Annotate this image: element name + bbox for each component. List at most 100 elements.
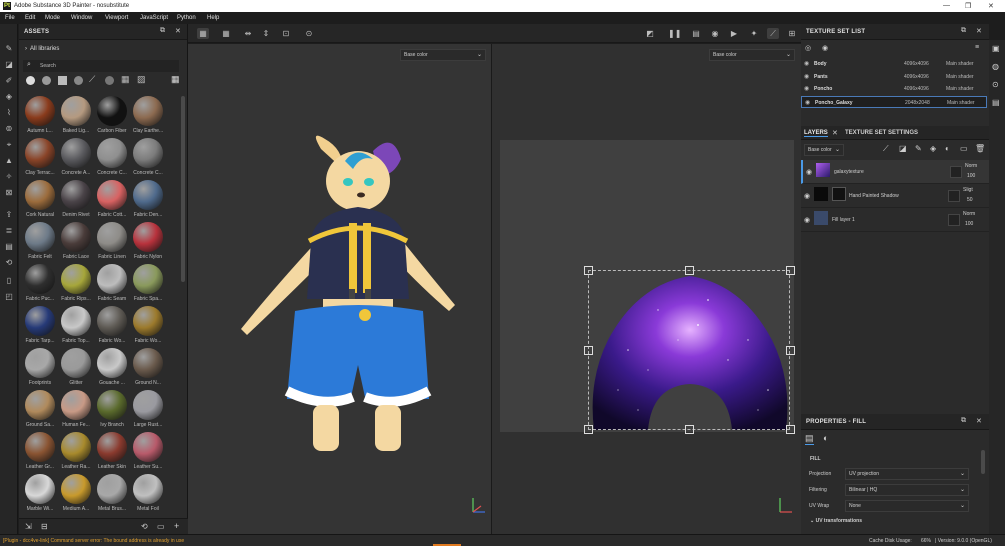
paint-brush-icon[interactable]: ✎ bbox=[4, 44, 14, 54]
tab-texture-set-settings[interactable]: TEXTURE SET SETTINGS bbox=[845, 130, 918, 136]
eye-icon[interactable]: ◉ bbox=[804, 58, 809, 70]
texture-set-row[interactable]: ◉ Pants 4096x4096 Main shader bbox=[801, 71, 987, 83]
smudge-icon[interactable]: ⌇ bbox=[4, 108, 14, 118]
menu-window[interactable]: Window bbox=[71, 15, 92, 21]
asset-item[interactable]: Fabric Rips... bbox=[58, 264, 94, 304]
assets-search[interactable]: ⌕ Search bbox=[23, 60, 179, 72]
asset-item[interactable]: Leather Su... bbox=[130, 432, 166, 472]
eye-icon[interactable]: ◉ bbox=[805, 97, 810, 109]
close-tab-icon[interactable]: ✕ bbox=[832, 129, 838, 137]
asset-item[interactable]: Fabric Wo... bbox=[130, 306, 166, 346]
history-panel-icon[interactable]: ⊙ bbox=[992, 80, 999, 89]
layer-opacity[interactable]: 100 bbox=[967, 173, 975, 179]
undock-icon[interactable]: ⧉ bbox=[160, 27, 165, 35]
eye-icon[interactable]: ◉ bbox=[804, 71, 809, 83]
asset-item[interactable]: Medium A... bbox=[58, 474, 94, 514]
asset-item[interactable]: Concrete A... bbox=[58, 138, 94, 178]
projection-dropdown[interactable]: UV projection ⌄ bbox=[845, 468, 969, 480]
viewport-2d-channel-dropdown[interactable]: Base color ⌄ bbox=[709, 49, 795, 61]
asset-item[interactable]: Leather Gr... bbox=[22, 432, 58, 472]
screenshot-icon[interactable]: ⊞ bbox=[786, 28, 798, 39]
eraser-icon[interactable]: ◪ bbox=[4, 60, 14, 70]
layer-opacity[interactable]: 50 bbox=[967, 197, 973, 203]
add-effect-icon[interactable]: ⟋ bbox=[883, 144, 889, 154]
eye-icon[interactable]: ◉ bbox=[804, 192, 810, 200]
environment-filter-icon[interactable]: ▨ bbox=[137, 74, 146, 85]
asset-item[interactable]: Ivy Branch bbox=[94, 390, 130, 430]
viewport-3d[interactable]: Base color ⌄ bbox=[188, 44, 491, 534]
asset-item[interactable]: Fabric Spa... bbox=[130, 264, 166, 304]
shading-icon[interactable]: ◉ bbox=[709, 28, 721, 39]
display-panel-icon[interactable]: ◍ bbox=[992, 62, 999, 71]
asset-item[interactable]: Concrete C... bbox=[94, 138, 130, 178]
add-smart-material-icon[interactable]: ◐ bbox=[945, 144, 950, 153]
asset-item[interactable]: Cork Natural bbox=[22, 180, 58, 220]
transform-handle[interactable] bbox=[584, 346, 593, 355]
material-properties-icon[interactable]: ◐ bbox=[823, 433, 828, 443]
filtering-dropdown[interactable]: Bilinear | HQ ⌄ bbox=[845, 484, 969, 496]
delete-layer-icon[interactable]: 🗑 bbox=[975, 144, 985, 153]
asset-item[interactable]: Fabric Lace bbox=[58, 222, 94, 262]
undock-icon[interactable]: ⧉ bbox=[961, 417, 966, 425]
document-icon[interactable]: ▯ bbox=[4, 276, 14, 286]
asset-item[interactable]: Fabric Top... bbox=[58, 306, 94, 346]
library-selector[interactable]: › All libraries bbox=[25, 46, 59, 52]
texture-set-row[interactable]: ◉ Poncho 4096x4096 Main shader bbox=[801, 83, 987, 95]
add-asset-icon[interactable]: + bbox=[174, 521, 179, 531]
mirror-icon[interactable]: ⇹ bbox=[242, 28, 254, 39]
menu-file[interactable]: File bbox=[5, 15, 15, 21]
import-icon[interactable]: ⇲ bbox=[25, 522, 32, 531]
menu-mode[interactable]: Mode bbox=[45, 15, 60, 21]
asset-item[interactable]: Gouache ... bbox=[94, 348, 130, 388]
texture-set-row[interactable]: ◉ Body 4096x4096 Main shader bbox=[801, 58, 987, 70]
export-icon[interactable]: ⇪ bbox=[4, 210, 14, 220]
menu-javascript[interactable]: JavaScript bbox=[140, 15, 168, 21]
asset-item[interactable]: Human Fe... bbox=[58, 390, 94, 430]
brush-mode-icon[interactable]: ⟋ bbox=[767, 28, 779, 39]
asset-item[interactable]: Fabric Seam bbox=[94, 264, 130, 304]
layer-row[interactable]: ◉ Fill layer 1 Norm 100 bbox=[801, 208, 989, 232]
transform-handle[interactable] bbox=[786, 266, 795, 275]
fill-properties-icon[interactable]: ▤ bbox=[805, 433, 814, 445]
asset-item[interactable]: Baked Lig... bbox=[58, 96, 94, 136]
grid-view-icon[interactable]: ▦ bbox=[171, 74, 180, 85]
refresh-icon[interactable]: ⟲ bbox=[141, 522, 148, 531]
shelf-panel-icon[interactable]: ▣ bbox=[992, 44, 1000, 53]
blend-mode[interactable]: Norm bbox=[963, 211, 975, 217]
tab-layers[interactable]: LAYERS bbox=[804, 130, 828, 137]
transform-box[interactable] bbox=[588, 270, 790, 430]
pause-icon[interactable]: ❚❚ bbox=[668, 28, 681, 39]
restore-button[interactable]: ❐ bbox=[965, 2, 971, 10]
layers-channel-dropdown[interactable]: Base color ⌄ bbox=[804, 144, 844, 156]
eye-icon[interactable]: ◉ bbox=[822, 44, 828, 52]
close-panel-icon[interactable]: ✕ bbox=[175, 27, 181, 35]
projection-icon[interactable]: ✐ bbox=[4, 76, 14, 86]
asset-item[interactable]: Metal Brus... bbox=[94, 474, 130, 514]
asset-item[interactable]: Leather Ra... bbox=[58, 432, 94, 472]
search-input[interactable]: Search bbox=[40, 63, 56, 69]
asset-item[interactable]: Fabric Cott... bbox=[94, 180, 130, 220]
close-window-button[interactable]: ✕ bbox=[988, 2, 994, 10]
frame-icon[interactable]: ⊡ bbox=[280, 28, 292, 39]
transform-handle[interactable] bbox=[786, 425, 795, 434]
symmetry-icon[interactable]: ⇕ bbox=[260, 28, 272, 39]
asset-item[interactable]: Fabric Linen bbox=[94, 222, 130, 262]
list-menu-icon[interactable]: ≡ bbox=[975, 44, 979, 51]
close-panel-icon[interactable]: ✕ bbox=[976, 27, 982, 35]
asset-item[interactable]: Clay Terrac... bbox=[22, 138, 58, 178]
layer-mask-slot[interactable] bbox=[950, 166, 962, 178]
light-icon[interactable]: ✦ bbox=[748, 28, 760, 39]
layer-mask-slot[interactable] bbox=[948, 214, 960, 226]
display-settings-icon[interactable]: ◰ bbox=[4, 292, 14, 302]
asset-item[interactable]: Fabric Den... bbox=[130, 180, 166, 220]
asset-item[interactable]: Fabric Nylon bbox=[130, 222, 166, 262]
brushes-filter-icon[interactable]: ⟋ bbox=[89, 74, 95, 85]
particles-filter-icon[interactable] bbox=[105, 76, 114, 85]
generators-filter-icon[interactable] bbox=[74, 76, 83, 85]
asset-item[interactable]: Fabric Tarp... bbox=[22, 306, 58, 346]
minimize-button[interactable]: — bbox=[943, 2, 950, 9]
asset-item[interactable]: Autumn L... bbox=[22, 96, 58, 136]
shelf-icon[interactable]: ▤ bbox=[4, 242, 14, 252]
polygon-fill-icon[interactable]: ▲ bbox=[4, 156, 14, 166]
asset-item[interactable]: Concrete C... bbox=[130, 138, 166, 178]
